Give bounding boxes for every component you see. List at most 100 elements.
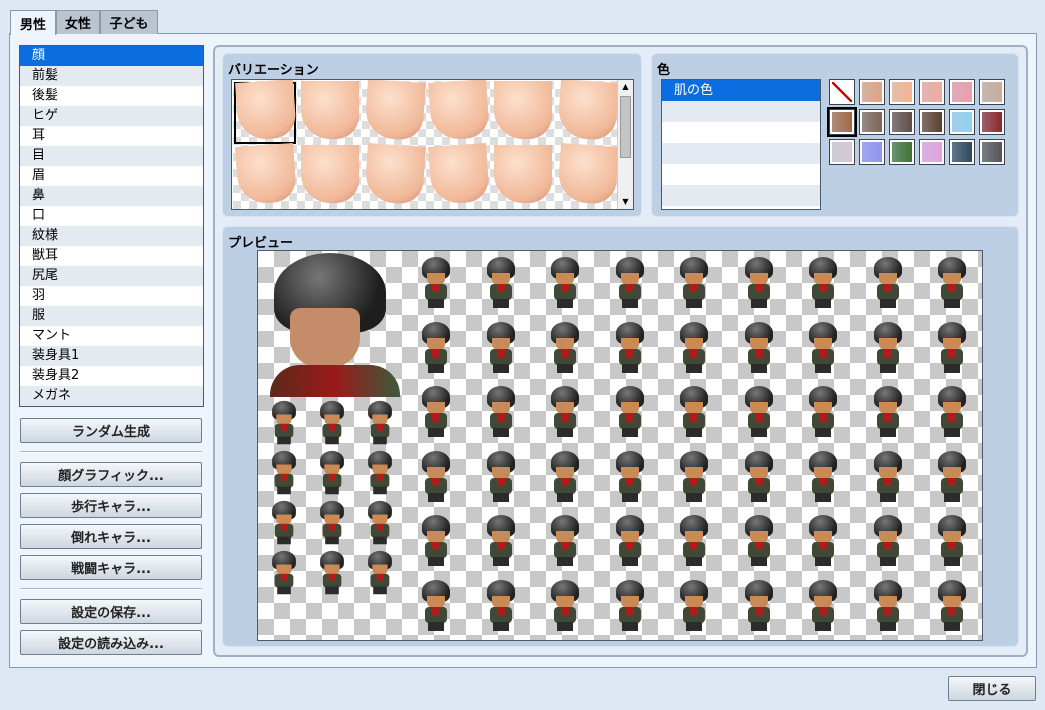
parts-list-item[interactable]: 口 bbox=[20, 206, 203, 226]
character-sprite bbox=[676, 257, 712, 309]
variation-thumbnail[interactable] bbox=[233, 145, 297, 209]
parts-list-item[interactable]: 顔 bbox=[20, 46, 203, 66]
parts-list-item[interactable]: マント bbox=[20, 326, 203, 346]
parts-list-item[interactable]: 尻尾 bbox=[20, 266, 203, 286]
character-sprite bbox=[269, 451, 300, 495]
variation-thumbnail[interactable] bbox=[297, 145, 361, 209]
color-swatch[interactable] bbox=[859, 79, 885, 105]
parts-list-item[interactable]: 眉 bbox=[20, 166, 203, 186]
face-graphic-button[interactable]: 顔グラフィック... bbox=[20, 462, 202, 487]
load-settings-button[interactable]: 設定の読み込み... bbox=[20, 630, 202, 655]
character-sprite bbox=[934, 580, 970, 632]
parts-list-item[interactable]: メガネ bbox=[20, 386, 203, 406]
parts-list-item[interactable]: 獣耳 bbox=[20, 246, 203, 266]
variation-thumbnail[interactable] bbox=[426, 145, 490, 209]
variation-thumbnail[interactable] bbox=[555, 81, 619, 145]
color-target-item[interactable] bbox=[662, 101, 820, 122]
character-sprite bbox=[612, 580, 648, 632]
parts-list-item[interactable]: 耳 bbox=[20, 126, 203, 146]
color-swatch[interactable] bbox=[949, 79, 975, 105]
tab-0[interactable]: 男性 bbox=[10, 10, 56, 35]
character-sprite bbox=[365, 451, 396, 495]
color-target-item[interactable] bbox=[662, 122, 820, 143]
color-target-list[interactable]: 肌の色 bbox=[661, 79, 821, 210]
close-button[interactable]: 閉じる bbox=[948, 676, 1036, 701]
color-target-item[interactable] bbox=[662, 164, 820, 185]
color-swatch[interactable] bbox=[829, 109, 855, 135]
face-shape bbox=[301, 81, 359, 139]
damage-character-button[interactable]: 倒れキャラ... bbox=[20, 524, 202, 549]
character-sprite bbox=[805, 322, 841, 374]
parts-list-item[interactable]: 鼻 bbox=[20, 186, 203, 206]
color-swatch[interactable] bbox=[889, 139, 915, 165]
character-sprite bbox=[676, 386, 712, 438]
color-swatch[interactable] bbox=[979, 79, 1005, 105]
character-sprite bbox=[805, 257, 841, 309]
color-swatch[interactable] bbox=[889, 109, 915, 135]
character-sprite bbox=[612, 257, 648, 309]
parts-list-item[interactable]: 後髪 bbox=[20, 86, 203, 106]
color-target-item[interactable] bbox=[662, 185, 820, 206]
parts-list-item[interactable]: 装身具1 bbox=[20, 346, 203, 366]
character-sprite bbox=[805, 451, 841, 503]
parts-list-item[interactable]: 服 bbox=[20, 306, 203, 326]
random-generate-button[interactable]: ランダム生成 bbox=[20, 418, 202, 443]
color-swatch[interactable] bbox=[949, 109, 975, 135]
face-shape bbox=[557, 79, 619, 141]
variation-thumbnail[interactable] bbox=[490, 81, 554, 145]
color-swatch[interactable] bbox=[859, 139, 885, 165]
parts-list-item[interactable]: ヒゲ bbox=[20, 106, 203, 126]
no-color-swatch[interactable] bbox=[829, 79, 855, 105]
tab-1[interactable]: 女性 bbox=[56, 10, 100, 34]
face-shape bbox=[557, 143, 619, 205]
character-sprite bbox=[934, 451, 970, 503]
character-sprite bbox=[483, 515, 519, 567]
variation-grid[interactable] bbox=[231, 79, 634, 210]
variation-thumbnail[interactable] bbox=[490, 145, 554, 209]
color-target-item[interactable]: 肌の色 bbox=[662, 80, 820, 101]
color-swatch[interactable] bbox=[979, 109, 1005, 135]
character-sprite bbox=[547, 257, 583, 309]
character-sprite bbox=[317, 401, 348, 445]
face-shape bbox=[364, 79, 426, 141]
parts-list-item[interactable]: 装身具2 bbox=[20, 366, 203, 386]
variation-thumbnail[interactable] bbox=[233, 81, 297, 145]
color-swatch[interactable] bbox=[919, 139, 945, 165]
walk-character-button[interactable]: 歩行キャラ... bbox=[20, 493, 202, 518]
color-swatch[interactable] bbox=[919, 109, 945, 135]
variation-thumbnail[interactable] bbox=[297, 81, 361, 145]
variation-thumbnail[interactable] bbox=[362, 81, 426, 145]
color-swatch[interactable] bbox=[829, 139, 855, 165]
color-swatch[interactable] bbox=[889, 79, 915, 105]
parts-list-item[interactable]: 前髪 bbox=[20, 66, 203, 86]
character-sprite bbox=[741, 322, 777, 374]
tab-2[interactable]: 子ども bbox=[100, 10, 158, 34]
parts-list-item[interactable]: 紋様 bbox=[20, 226, 203, 246]
color-swatch[interactable] bbox=[949, 139, 975, 165]
parts-list-item[interactable]: 目 bbox=[20, 146, 203, 166]
character-sprite bbox=[317, 551, 348, 595]
variation-thumbnail[interactable] bbox=[426, 81, 490, 145]
character-sprite bbox=[418, 515, 454, 567]
divider bbox=[20, 451, 202, 453]
color-swatch[interactable] bbox=[979, 139, 1005, 165]
character-sprite bbox=[934, 386, 970, 438]
character-sprite bbox=[365, 551, 396, 595]
color-target-item[interactable] bbox=[662, 143, 820, 164]
character-sprite bbox=[547, 580, 583, 632]
parts-list-item[interactable]: 羽 bbox=[20, 286, 203, 306]
character-sprite bbox=[870, 451, 906, 503]
color-swatch[interactable] bbox=[919, 79, 945, 105]
face-shape bbox=[235, 79, 297, 141]
variation-thumbnail[interactable] bbox=[362, 145, 426, 209]
character-sprite bbox=[934, 322, 970, 374]
color-swatch[interactable] bbox=[859, 109, 885, 135]
face-shape bbox=[235, 143, 297, 205]
save-settings-button[interactable]: 設定の保存... bbox=[20, 599, 202, 624]
variation-scrollbar[interactable]: ▲ ▼ bbox=[617, 80, 633, 209]
variation-thumbnail[interactable] bbox=[555, 145, 619, 209]
character-sprite bbox=[269, 501, 300, 545]
character-sprite bbox=[934, 515, 970, 567]
battle-character-button[interactable]: 戦闘キャラ... bbox=[20, 555, 202, 580]
parts-list[interactable]: 顔前髪後髪ヒゲ耳目眉鼻口紋様獣耳尻尾羽服マント装身具1装身具2メガネ bbox=[19, 45, 204, 407]
